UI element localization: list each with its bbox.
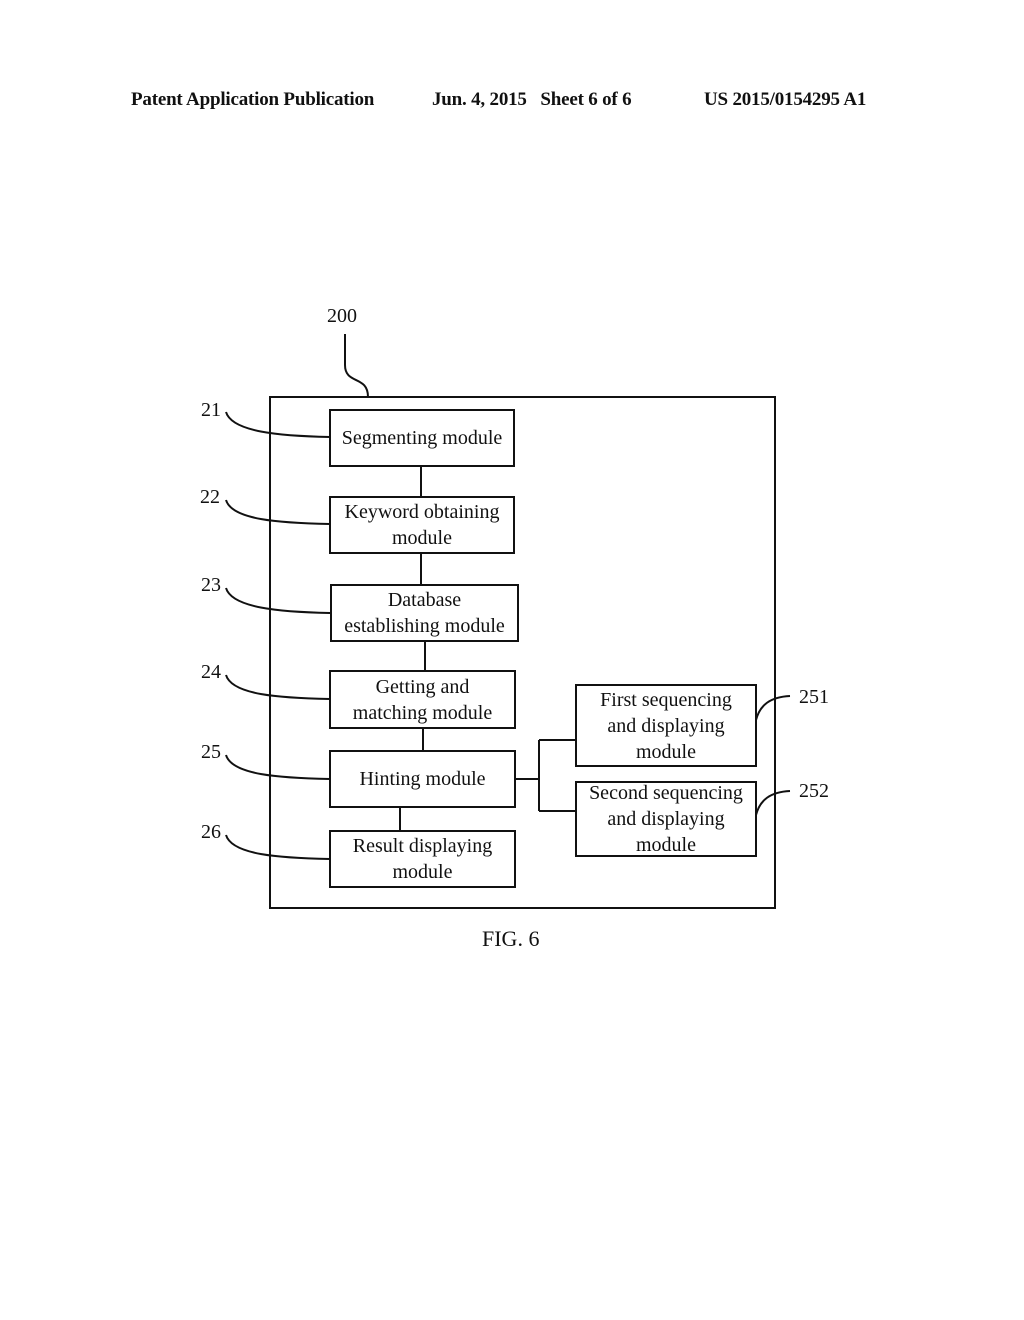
ref-21: 21 [201, 399, 221, 421]
leader-25 [225, 754, 331, 780]
ref-26: 26 [201, 821, 221, 843]
module-label: Second sequencing and displaying module [589, 782, 743, 856]
database-establishing-module-box: Database establishing module [330, 584, 519, 642]
leader-24 [225, 674, 331, 700]
first-sequencing-module-box: First sequencing and displaying module [575, 684, 757, 767]
ref-25: 25 [201, 741, 221, 763]
getting-matching-module-box: Getting and matching module [329, 670, 516, 729]
leader-22 [225, 499, 331, 525]
ref-251: 251 [799, 686, 829, 708]
second-sequencing-module-box: Second sequencing and displaying module [575, 781, 757, 857]
leader-23 [225, 587, 331, 614]
module-label: Hinting module [359, 768, 486, 790]
hinting-module-box: Hinting module [329, 750, 516, 808]
module-label: Getting and matching module [352, 675, 493, 724]
connector-25-branch [515, 739, 576, 812]
leader-21 [225, 411, 331, 438]
leader-251 [755, 695, 791, 721]
leader-200 [344, 334, 369, 398]
segmenting-module-box: Segmenting module [329, 409, 515, 467]
module-label: Segmenting module [341, 427, 503, 449]
result-displaying-module-box: Result displaying module [329, 830, 516, 888]
module-label: Keyword obtaining module [344, 501, 500, 549]
ref-252: 252 [799, 780, 829, 802]
keyword-obtaining-module-box: Keyword obtaining module [329, 496, 515, 554]
ref-24: 24 [201, 661, 221, 683]
module-label: First sequencing and displaying module [600, 688, 732, 763]
module-label: Result displaying module [352, 835, 493, 883]
figure-caption: FIG. 6 [482, 926, 540, 951]
leader-26 [225, 834, 331, 860]
leader-252 [755, 790, 791, 816]
module-label: Database establishing module [344, 589, 505, 637]
ref-23: 23 [201, 574, 221, 596]
diagram-lines [225, 334, 791, 909]
ref-22: 22 [200, 486, 220, 508]
ref-200: 200 [327, 305, 357, 327]
